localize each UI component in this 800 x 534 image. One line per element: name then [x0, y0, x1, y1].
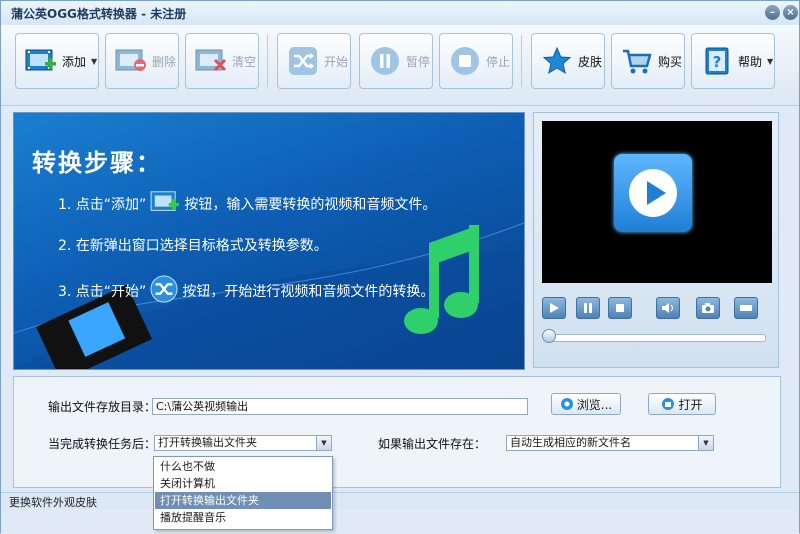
- browse-icon: [560, 398, 573, 410]
- shuffle-icon: [286, 44, 320, 78]
- buy-label: 购买: [658, 54, 683, 69]
- toolbar-separator: [521, 35, 522, 87]
- step-3-prefix: 3. 点击“开始”: [58, 284, 147, 300]
- toolbar: 添加 ▼ 删除 清空 开始 暂停 停止 皮肤 购买 ? 帮助 ▼: [1, 25, 799, 106]
- step-3: 3. 点击“开始” 按钮，开始进行视频和音频文件的转换。: [58, 275, 434, 307]
- volume-icon: [662, 303, 673, 313]
- open-button[interactable]: 打开: [648, 393, 716, 415]
- open-label: 打开: [678, 397, 703, 412]
- big-play-icon[interactable]: [614, 154, 692, 232]
- add-dropdown-arrow-icon[interactable]: ▼: [91, 57, 97, 66]
- output-dir-label: 输出文件存放目录：: [48, 400, 157, 414]
- volume-button[interactable]: [656, 297, 680, 319]
- stop-icon: [448, 44, 482, 78]
- after-task-select[interactable]: 打开转换输出文件夹 ▼: [154, 435, 332, 451]
- video-screen: [542, 121, 772, 283]
- fullscreen-button[interactable]: [734, 297, 758, 319]
- stop-control-button[interactable]: [608, 297, 632, 319]
- dropdown-option[interactable]: 关闭计算机: [155, 475, 331, 492]
- skin-label: 皮肤: [578, 54, 603, 69]
- shuffle-icon: [150, 275, 178, 307]
- clear-button[interactable]: 清空: [185, 33, 259, 89]
- help-book-icon: ?: [700, 44, 734, 78]
- title-bar: 蒲公英OGG格式转换器 - 未注册 – ×: [1, 1, 799, 25]
- start-button[interactable]: 开始: [277, 33, 351, 89]
- clear-label: 清空: [232, 54, 257, 69]
- cart-icon: [620, 44, 654, 78]
- delete-film-icon: [114, 44, 148, 78]
- pause-control-button[interactable]: [576, 297, 600, 319]
- dropdown-option[interactable]: 播放提醒音乐: [155, 509, 331, 526]
- conversion-steps-banner: 转换步骤： 1. 点击“添加” 按钮，输入需要转换的视频和音频文件。 2. 在新…: [13, 112, 525, 370]
- open-folder-icon: [662, 398, 675, 410]
- file-exists-label: 如果输出文件存在：: [378, 437, 487, 451]
- minimize-button[interactable]: –: [765, 5, 780, 20]
- dropdown-option-selected[interactable]: 打开转换输出文件夹: [155, 492, 331, 509]
- star-icon: [540, 44, 574, 78]
- close-button[interactable]: ×: [783, 5, 798, 20]
- stop-icon: [616, 304, 624, 312]
- delete-button[interactable]: 删除: [105, 33, 179, 89]
- browse-label: 浏览...: [576, 397, 613, 412]
- status-bar: 更换软件外观皮肤: [1, 492, 799, 509]
- after-task-dropdown-list: 什么也不做 关闭计算机 打开转换输出文件夹 播放提醒音乐: [153, 456, 333, 530]
- buy-button[interactable]: 购买: [611, 33, 685, 89]
- chevron-down-icon[interactable]: ▼: [698, 436, 713, 450]
- skin-button[interactable]: 皮肤: [531, 33, 605, 89]
- stop-button[interactable]: 停止: [439, 33, 513, 89]
- help-label: 帮助: [738, 54, 763, 69]
- help-dropdown-arrow-icon[interactable]: ▼: [767, 57, 773, 66]
- browse-button[interactable]: 浏览...: [551, 393, 621, 415]
- camera-icon: [702, 303, 714, 313]
- add-label: 添加: [62, 54, 87, 69]
- snapshot-button[interactable]: [696, 297, 720, 319]
- seek-bar[interactable]: [548, 334, 766, 342]
- pause-label: 暂停: [406, 54, 431, 69]
- step-3-suffix: 按钮，开始进行视频和音频文件的转换。: [182, 284, 435, 300]
- pause-button[interactable]: 暂停: [359, 33, 433, 89]
- video-preview-panel: [533, 112, 779, 368]
- step-1: 1. 点击“添加” 按钮，输入需要转换的视频和音频文件。: [58, 189, 436, 219]
- window-title: 蒲公英OGG格式转换器 - 未注册: [11, 7, 187, 21]
- pause-icon: [584, 303, 592, 313]
- help-button[interactable]: ? 帮助 ▼: [691, 33, 775, 89]
- stop-label: 停止: [486, 54, 511, 69]
- add-film-icon: [24, 44, 58, 78]
- step-2: 2. 在新弹出窗口选择目标格式及转换参数。: [58, 238, 328, 254]
- play-icon: [550, 303, 559, 313]
- play-control-button[interactable]: [542, 297, 566, 319]
- window-bottom-area: [1, 509, 799, 534]
- output-settings-panel: 输出文件存放目录： C:\蒲公英视频输出 浏览... 打开 当完成转换任务后： …: [13, 376, 781, 488]
- add-button[interactable]: 添加 ▼: [15, 33, 99, 89]
- file-exists-value: 自动生成相应的新文件名: [510, 436, 631, 449]
- after-task-value: 打开转换输出文件夹: [158, 436, 257, 449]
- dropdown-option[interactable]: 什么也不做: [155, 458, 331, 475]
- svg-text:?: ?: [713, 53, 722, 71]
- seek-handle[interactable]: [542, 329, 556, 343]
- add-film-icon: [150, 189, 180, 219]
- after-task-label: 当完成转换任务后：: [48, 437, 157, 451]
- clear-film-icon: [194, 44, 228, 78]
- output-dir-input[interactable]: C:\蒲公英视频输出: [152, 398, 528, 415]
- fullscreen-icon: [740, 305, 752, 311]
- main-window: 蒲公英OGG格式转换器 - 未注册 – × 添加 ▼ 删除 清空 开始 暂停 停…: [0, 0, 800, 534]
- chevron-down-icon[interactable]: ▼: [316, 436, 331, 450]
- delete-label: 删除: [152, 54, 177, 69]
- step-1-prefix: 1. 点击“添加”: [58, 197, 147, 213]
- steps-heading: 转换步骤：: [32, 149, 162, 177]
- toolbar-separator: [267, 35, 268, 87]
- pause-icon: [368, 44, 402, 78]
- file-exists-select[interactable]: 自动生成相应的新文件名 ▼: [506, 435, 714, 451]
- step-1-suffix: 按钮，输入需要转换的视频和音频文件。: [184, 197, 437, 213]
- start-label: 开始: [324, 54, 349, 69]
- status-text: 更换软件外观皮肤: [9, 496, 97, 509]
